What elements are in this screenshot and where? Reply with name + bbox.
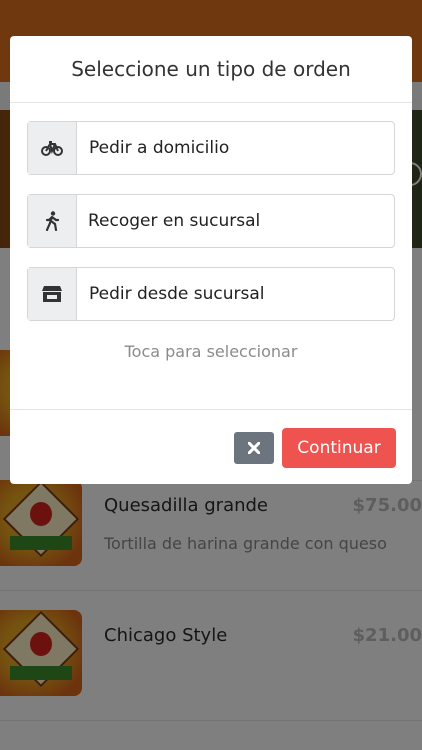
option-label: Recoger en sucursal [88,211,261,231]
close-button[interactable] [234,432,274,464]
option-in-store[interactable]: Pedir desde sucursal [27,267,395,321]
dialog-title: Seleccione un tipo de orden [10,36,412,103]
order-type-dialog: Seleccione un tipo de orden Pedir a domi… [10,36,412,484]
option-label: Pedir desde sucursal [89,284,265,304]
dialog-footer: Continuar [10,409,412,484]
bicycle-icon [28,122,77,174]
continue-button[interactable]: Continuar [282,428,396,468]
option-delivery[interactable]: Pedir a domicilio [27,121,395,175]
option-label: Pedir a domicilio [89,138,230,158]
close-icon [248,442,260,454]
select-hint: Toca para seleccionar [124,342,298,361]
walking-icon [28,195,77,247]
store-icon [28,268,77,320]
option-pickup[interactable]: Recoger en sucursal [27,194,395,248]
